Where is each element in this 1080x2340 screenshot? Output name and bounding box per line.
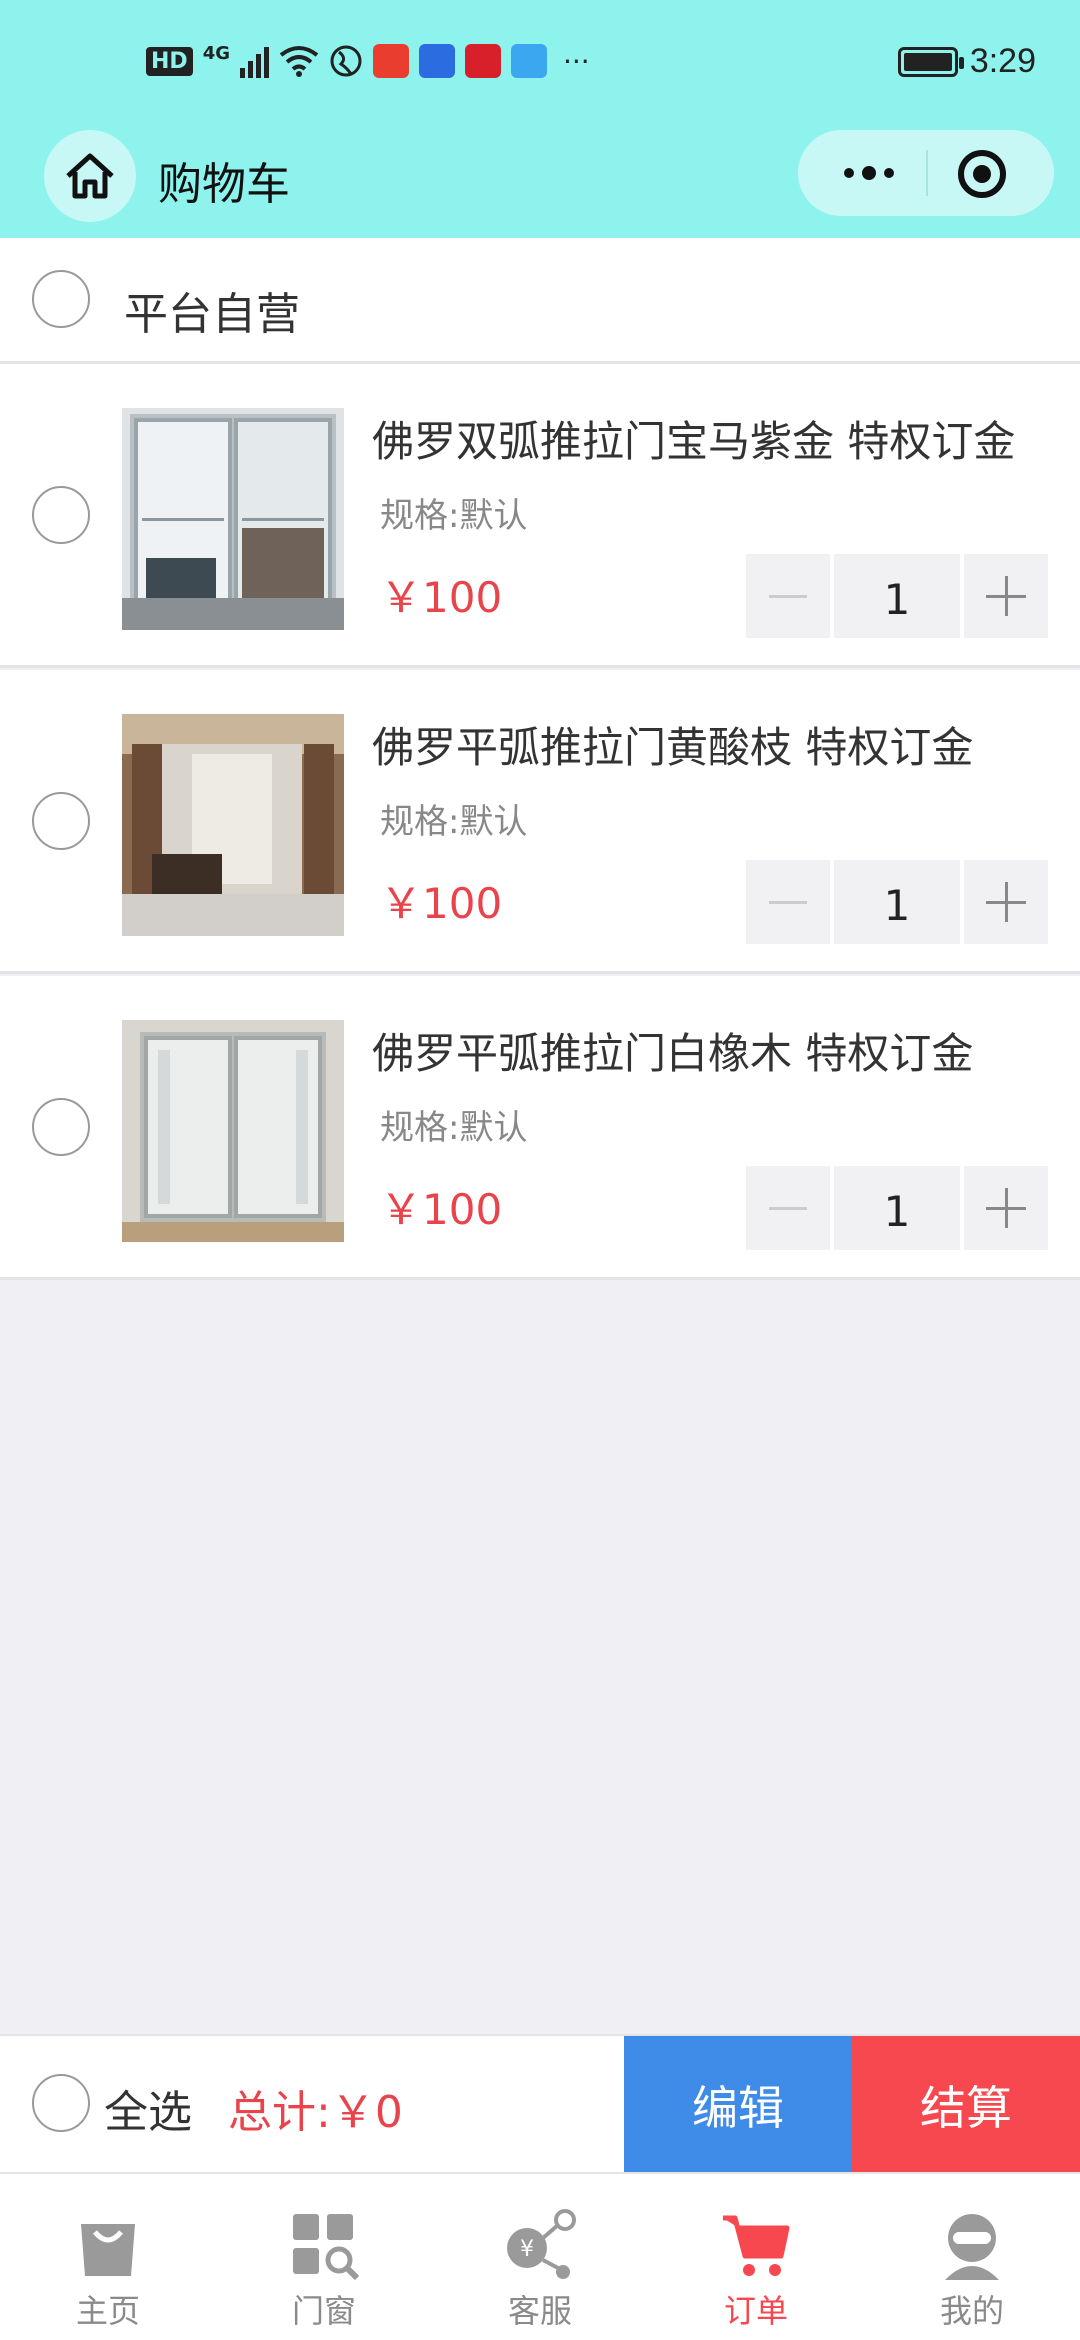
quantity-stepper: 1 — [746, 1166, 1048, 1250]
store-row: 平台自营 — [0, 238, 1080, 364]
clock: 3:29 — [969, 42, 1036, 80]
decrease-button[interactable] — [746, 554, 830, 638]
minus-icon — [769, 1206, 807, 1210]
capsule-divider — [926, 150, 928, 196]
edit-button[interactable]: 编辑 — [624, 2036, 852, 2174]
store-select-radio[interactable] — [32, 270, 90, 328]
item-spec: 规格:默认 — [380, 1108, 528, 1148]
tab-label: 我的 — [939, 2292, 1004, 2330]
quantity-stepper: 1 — [746, 554, 1048, 638]
decrease-button[interactable] — [746, 1166, 830, 1250]
product-image[interactable] — [122, 408, 344, 630]
cart-icon — [723, 2215, 790, 2276]
item-price: ￥100 — [380, 1185, 503, 1234]
service-nodes-icon: ¥ — [507, 2209, 576, 2279]
tab-doors-windows[interactable]: 门窗 — [216, 2174, 432, 2340]
checkout-button[interactable]: 结算 — [852, 2036, 1080, 2174]
home-icon — [66, 153, 114, 199]
item-spec: 规格:默认 — [380, 496, 528, 536]
hd-badge: HD — [146, 46, 193, 76]
browser-app-icon — [419, 44, 455, 78]
title-bar: 购物车 — [0, 130, 1080, 238]
profile-icon — [945, 2214, 999, 2280]
cart-item: 佛罗双弧推拉门宝马紫金 特权订金 规格:默认 ￥100 1 — [0, 364, 1080, 668]
quantity-value[interactable]: 1 — [834, 554, 960, 638]
netease-app-icon — [465, 44, 501, 78]
target-icon[interactable] — [958, 150, 1006, 198]
item-select-radio[interactable] — [32, 792, 90, 850]
select-all-radio[interactable] — [32, 2074, 90, 2132]
more-dots-icon[interactable] — [824, 130, 914, 216]
signal-icon — [240, 44, 269, 78]
store-name: 平台自营 — [124, 289, 300, 340]
battery-icon — [897, 46, 964, 77]
select-all-label[interactable]: 全选 — [104, 2076, 192, 2140]
top-bar: HD 4G ··· 3:29 购物车 — [0, 0, 1080, 238]
quantity-stepper: 1 — [746, 860, 1048, 944]
tab-home[interactable]: 主页 — [0, 2174, 216, 2340]
item-price: ￥100 — [380, 879, 503, 928]
item-name[interactable]: 佛罗双弧推拉门宝马紫金 特权订金 — [372, 408, 1046, 469]
item-price: ￥100 — [380, 573, 503, 622]
item-spec: 规格:默认 — [380, 802, 528, 842]
status-right: 3:29 — [897, 42, 1036, 81]
minus-icon — [769, 594, 807, 598]
network-badge: 4G — [202, 42, 230, 64]
tab-label: 主页 — [75, 2292, 140, 2330]
status-indicators: HD 4G ··· — [146, 42, 590, 78]
increase-button[interactable] — [964, 860, 1048, 944]
total-price: 总计:￥0 — [228, 2087, 403, 2138]
increase-button[interactable] — [964, 554, 1048, 638]
globe-icon — [330, 45, 362, 77]
quantity-value[interactable]: 1 — [834, 1166, 960, 1250]
tab-label: 门窗 — [291, 2292, 356, 2330]
status-bar: HD 4G ··· 3:29 — [0, 0, 1080, 130]
increase-button[interactable] — [964, 1166, 1048, 1250]
item-name[interactable]: 佛罗平弧推拉门白橡木 特权订金 — [372, 1020, 1046, 1081]
tab-label: 订单 — [723, 2292, 788, 2330]
more-notifications-icon: ··· — [563, 44, 590, 78]
wifi-icon — [279, 46, 319, 77]
item-select-radio[interactable] — [32, 1098, 90, 1156]
tab-orders[interactable]: 订单 — [648, 2174, 864, 2340]
cart-item: 佛罗平弧推拉门黄酸枝 特权订金 规格:默认 ￥100 1 — [0, 670, 1080, 974]
news-app-icon — [373, 44, 409, 78]
item-name[interactable]: 佛罗平弧推拉门黄酸枝 特权订金 — [372, 714, 1046, 775]
home-button[interactable] — [44, 130, 136, 222]
page-title: 购物车 — [158, 159, 290, 210]
checkout-bar: 全选 总计:￥0 编辑 结算 — [0, 2034, 1080, 2174]
cart-item: 佛罗平弧推拉门白橡木 特权订金 规格:默认 ￥100 1 — [0, 976, 1080, 1280]
tab-profile[interactable]: 我的 — [864, 2174, 1080, 2340]
product-image[interactable] — [122, 1020, 344, 1242]
decrease-button[interactable] — [746, 860, 830, 944]
mini-program-capsule — [798, 130, 1054, 216]
grid-search-icon — [293, 2214, 360, 2281]
svg-text:¥: ¥ — [520, 2237, 534, 2262]
cloud-app-icon — [511, 44, 547, 78]
quantity-value[interactable]: 1 — [834, 860, 960, 944]
tab-label: 客服 — [507, 2292, 572, 2330]
shopping-bag-icon — [81, 2224, 135, 2276]
product-image[interactable] — [122, 714, 344, 936]
item-select-radio[interactable] — [32, 486, 90, 544]
minus-icon — [769, 900, 807, 904]
tab-customer-service[interactable]: ¥ 客服 — [432, 2174, 648, 2340]
tab-bar: 主页 门窗 ¥ 客服 订单 我的 — [0, 2172, 1080, 2340]
